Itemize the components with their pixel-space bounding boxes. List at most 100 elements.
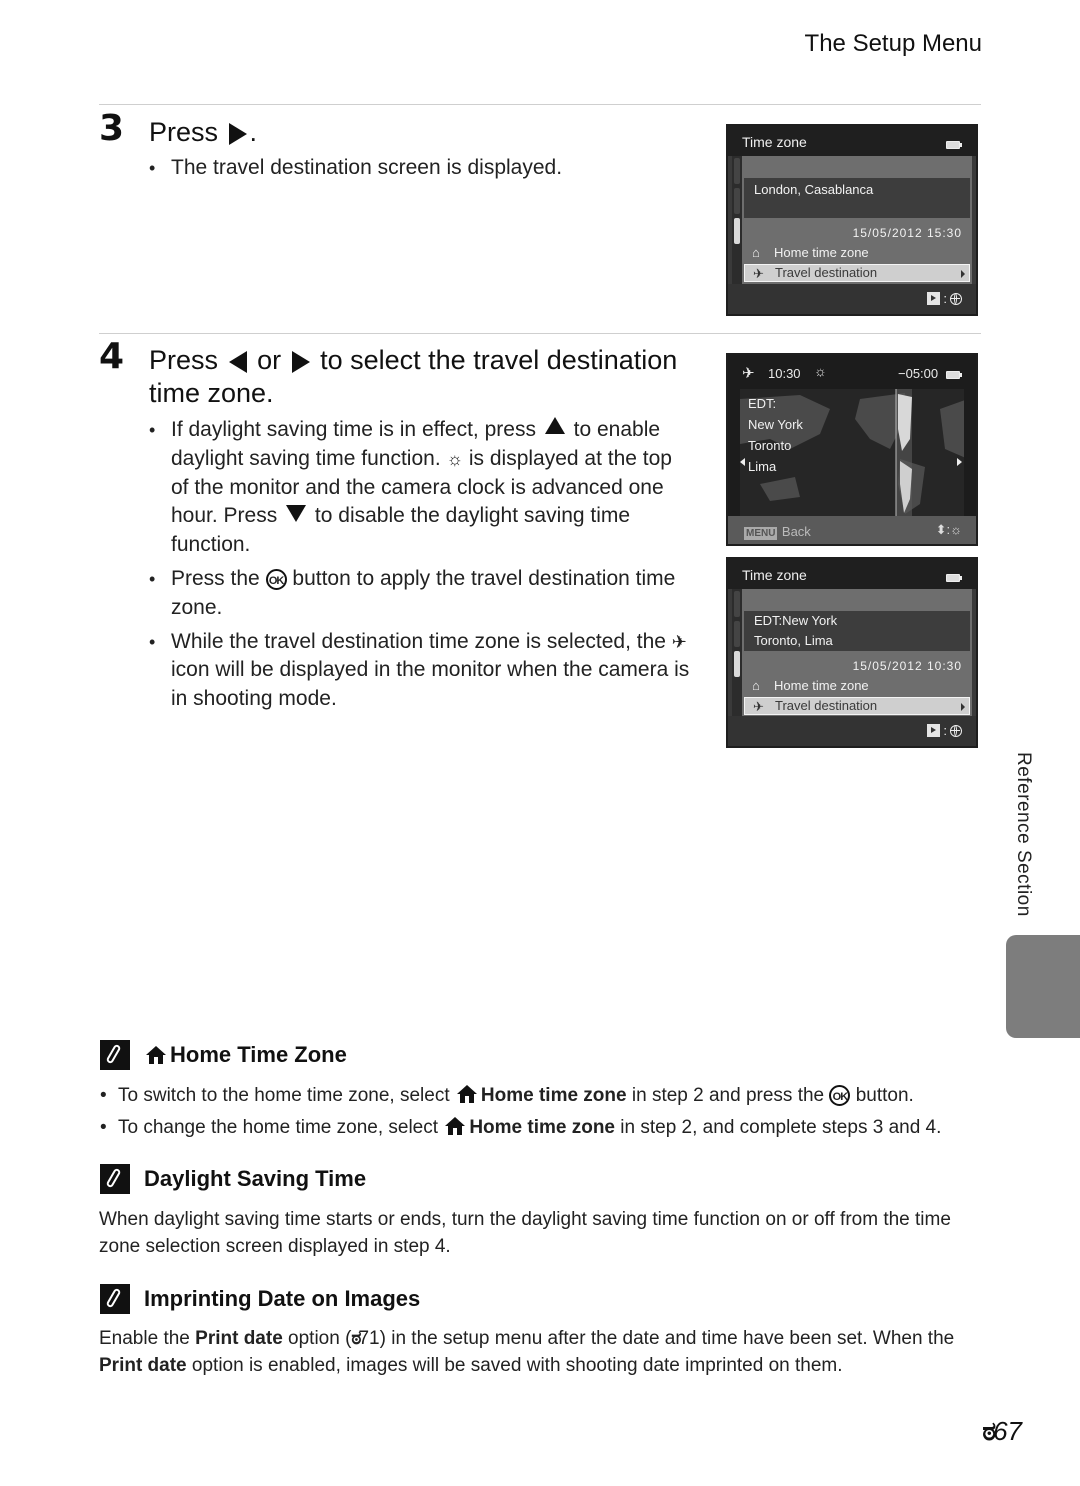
- page-number-text: 67: [993, 1416, 1022, 1446]
- submenu-arrow-icon: [961, 270, 965, 278]
- note-daylight-saving-text: When daylight saving time starts or ends…: [99, 1209, 951, 1257]
- text: If daylight saving time is in effect, pr…: [171, 418, 536, 441]
- menu-tab: [734, 158, 740, 184]
- city-name: New York: [748, 417, 803, 432]
- screen-title: Time zone: [742, 134, 807, 150]
- location-box: London, Casablanca: [744, 178, 970, 218]
- battery-icon: [946, 371, 962, 379]
- bold-text: Home time zone: [469, 1117, 616, 1138]
- camera-screen-world-map: ✈ 10:30 ☼ −05:00 EDT: New York Toronto L…: [726, 353, 978, 546]
- text: To switch to the home time zone, select: [118, 1085, 450, 1106]
- note-paperclip-icon: [100, 1164, 130, 1194]
- menu-tab: [734, 591, 740, 617]
- reference-section-label: Reference Section: [1013, 752, 1034, 917]
- text: option (: [288, 1328, 352, 1349]
- note-home-time-zone-heading: Home Time Zone: [100, 1040, 347, 1070]
- date-time: 15/05/2012 10:30: [852, 659, 962, 673]
- note-title-text: Home Time Zone: [170, 1042, 347, 1067]
- home-icon: ⌂: [752, 245, 760, 260]
- home-icon: ⌂: [752, 678, 760, 693]
- page-reference-link[interactable]: 71: [358, 1328, 379, 1349]
- home-icon: [146, 1046, 166, 1064]
- screen-header: Time zone: [728, 559, 976, 589]
- bullet-item: To change the home time zone, select Hom…: [100, 1112, 1000, 1144]
- menu-tab-active: [734, 651, 740, 677]
- divider: [99, 333, 981, 334]
- note-home-time-zone-bullets: To switch to the home time zone, select …: [100, 1080, 1000, 1144]
- menu-item-home-time-zone[interactable]: ⌂ Home time zone: [744, 677, 970, 695]
- text: To change the home time zone, select: [118, 1117, 439, 1138]
- text: option is enabled, images will be saved …: [191, 1355, 843, 1376]
- dst-hint: ⬍:☼: [935, 522, 962, 537]
- home-icon: [456, 1085, 477, 1103]
- note-paperclip-icon: [100, 1040, 130, 1070]
- multi-selector-right-icon: [927, 724, 941, 737]
- separator: :: [943, 723, 947, 738]
- step-3-title-text: Press: [149, 117, 219, 147]
- note-title: Home Time Zone: [144, 1042, 347, 1068]
- menu-item-travel-destination[interactable]: ✈ Travel destination: [744, 697, 970, 715]
- page-number: ಠ67: [982, 1416, 1022, 1448]
- utc-offset: −05:00: [898, 366, 939, 381]
- menu-item-travel-destination[interactable]: ✈ Travel destination: [744, 264, 970, 282]
- menu-button-icon: MENU: [744, 527, 778, 540]
- screen-title: Time zone: [742, 567, 807, 583]
- location-text: Toronto, Lima: [754, 633, 833, 648]
- submenu-arrow-icon: [961, 703, 965, 711]
- screen-footer: :: [728, 716, 976, 746]
- menu-item-label: Home time zone: [774, 245, 869, 260]
- screen-body: EDT:New York Toronto, Lima 15/05/2012 10…: [742, 589, 972, 716]
- ok-button-icon: OK: [265, 568, 287, 590]
- footer-hint: :: [927, 723, 962, 738]
- left-arrow-icon[interactable]: [740, 458, 745, 466]
- footer-hint: :: [927, 291, 962, 306]
- bullet-item: The travel destination screen is display…: [149, 154, 709, 183]
- note-title: Daylight Saving Time: [144, 1166, 367, 1191]
- step-3-title: Press .: [149, 116, 257, 149]
- step-number-4: 4: [99, 336, 125, 377]
- bold-text: Print date: [195, 1328, 283, 1349]
- left-arrow-icon: [228, 350, 247, 373]
- step-4-bullets: If daylight saving time is in effect, pr…: [149, 416, 694, 719]
- ok-button-icon: OK: [829, 1085, 851, 1106]
- title-text: Press: [149, 345, 219, 375]
- menu-item-home-time-zone[interactable]: ⌂ Home time zone: [744, 244, 970, 262]
- screen-header: Time zone: [728, 126, 976, 156]
- right-arrow-icon: [228, 122, 247, 145]
- location-text: EDT:New York: [754, 613, 838, 628]
- bold-text: Home time zone: [480, 1085, 627, 1106]
- divider: [99, 104, 981, 105]
- menu-item-label: Home time zone: [774, 678, 869, 693]
- section-tab: [1006, 935, 1080, 1038]
- date-time: 15/05/2012 15:30: [852, 226, 962, 240]
- back-hint[interactable]: MENU Back: [744, 523, 811, 541]
- title-text: or: [257, 345, 282, 375]
- text: button.: [855, 1085, 914, 1106]
- text: Enable the: [99, 1328, 190, 1349]
- battery-icon: [946, 141, 962, 149]
- multi-selector-right-icon: [927, 292, 941, 305]
- bullet-item: While the travel destination time zone i…: [149, 628, 694, 714]
- text: in step 2, and complete steps 3 and 4.: [620, 1117, 942, 1138]
- airplane-icon: ✈: [753, 266, 764, 281]
- right-arrow-icon: [291, 350, 310, 373]
- camera-screen-time-zone-updated: Time zone EDT:New York Toronto, Lima 15/…: [726, 557, 978, 748]
- note-title: Imprinting Date on Images: [144, 1286, 421, 1311]
- screen-footer: :: [728, 284, 976, 314]
- text: Press the: [171, 566, 260, 590]
- right-arrow-icon[interactable]: [957, 458, 962, 466]
- home-icon: [445, 1117, 466, 1135]
- zone-info: EDT: New York Toronto Lima: [748, 393, 803, 477]
- side-tabs: [732, 156, 742, 284]
- screen-body: London, Casablanca 15/05/2012 15:30 ⌂ Ho…: [742, 156, 972, 284]
- map-footer: MENU Back ⬍:☼: [728, 516, 976, 544]
- text: ) in the setup menu after the date and t…: [379, 1328, 955, 1349]
- note-paperclip-icon: [100, 1284, 130, 1314]
- step-3-title-period: .: [249, 117, 258, 147]
- city-name: Toronto: [748, 438, 792, 453]
- bold-text: Print date: [99, 1355, 187, 1376]
- map-status-bar: ✈ 10:30 ☼ −05:00: [728, 355, 976, 389]
- text: in step 2 and press the: [631, 1085, 825, 1106]
- section-title: The Setup Menu: [804, 30, 982, 57]
- bullet-item: If daylight saving time is in effect, pr…: [149, 416, 694, 560]
